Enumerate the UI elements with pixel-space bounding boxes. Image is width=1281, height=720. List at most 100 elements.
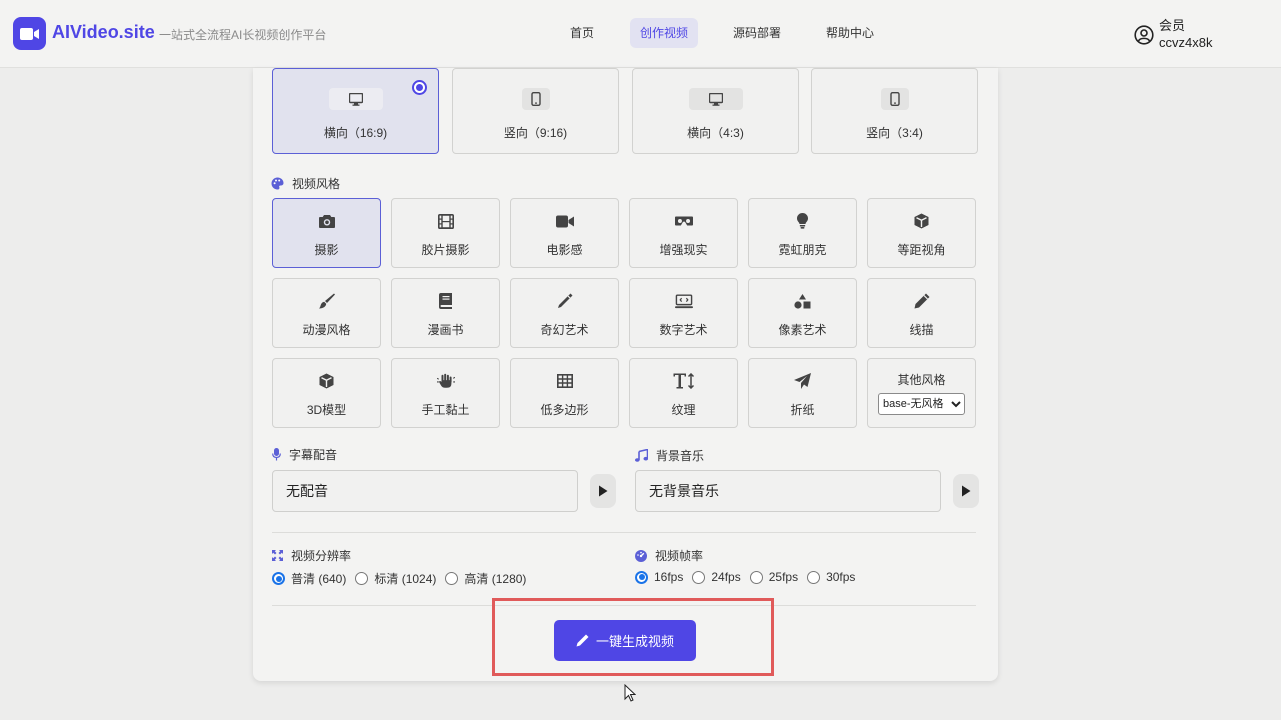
aspect-label: 横向（4:3) [687,126,744,140]
radio-button[interactable] [635,570,648,584]
nav-source-deploy[interactable]: 源码部署 [723,18,791,48]
style-digital-art[interactable]: 数字艺术 [629,278,738,348]
style-label: 等距视角 [897,243,946,257]
style-label: 摄影 [314,243,339,257]
style-isometric[interactable]: 等距视角 [867,198,976,268]
resolution-options: 普清 (640) 标清 (1024) 高清 (1280) [272,570,535,587]
aspect-label: 横向（16:9) [323,126,388,140]
music-section-label: 背景音乐 [656,449,705,463]
radio-label: 普清 (640) [291,572,347,586]
music-note-icon [635,449,648,462]
framerate-option-25[interactable]: 25fps [749,570,798,584]
style-pixel-art[interactable]: 像素艺术 [748,278,857,348]
style-section-title: 视频风格 [271,175,340,192]
style-texture[interactable]: 纹理 [629,358,738,428]
radio-button[interactable] [807,570,821,584]
cube-icon [318,373,336,389]
framerate-option-16[interactable]: 16fps [635,570,683,584]
nav-help-center[interactable]: 帮助中心 [816,18,884,48]
user-circle-icon[interactable] [1134,25,1154,45]
generate-button-label: 一键生成视频 [595,634,674,649]
style-comic-book[interactable]: 漫画书 [391,278,500,348]
pencil-icon [913,293,931,309]
style-fantasy-art[interactable]: 奇幻艺术 [510,278,619,348]
resolution-option-640[interactable]: 普清 (640) [272,570,346,587]
style-origami[interactable]: 折纸 [748,358,857,428]
style-low-poly[interactable]: 低多边形 [510,358,619,428]
book-icon [437,293,455,309]
aspect-selected-radio[interactable] [412,80,427,95]
framerate-option-24[interactable]: 24fps [692,570,741,584]
user-name[interactable]: ccvz4x8k [1159,35,1212,50]
nav-create-video[interactable]: 创作视频 [630,18,699,48]
radio-label: 16fps [654,570,684,584]
aspect-card-9-16[interactable]: 竖向（9:16) [452,68,619,154]
framerate-option-30[interactable]: 30fps [807,570,855,584]
mobile-icon [880,88,909,110]
section-divider [272,532,976,533]
radio-button[interactable] [355,572,369,585]
lightbulb-icon [794,213,812,229]
style-anime[interactable]: 动漫风格 [272,278,381,348]
aspect-card-4-3[interactable]: 横向（4:3) [632,68,799,154]
radio-button[interactable] [272,572,285,585]
resolution-section-title: 视频分辨率 [272,547,351,564]
microphone-icon [272,448,281,461]
style-label: 纹理 [671,403,696,417]
mouse-cursor-icon [624,684,636,702]
framerate-section-title: 视频帧率 [635,547,703,564]
radio-label: 30fps [826,570,856,584]
style-3d-model[interactable]: 3D模型 [272,358,381,428]
pencil-icon [576,634,589,647]
style-label: 3D模型 [306,403,347,417]
style-cinematic[interactable]: 电影感 [510,198,619,268]
aspect-card-16-9[interactable]: 横向（16:9) [272,68,439,154]
voice-play-button[interactable] [590,474,616,508]
style-section-label: 视频风格 [292,177,341,191]
radio-button[interactable] [749,570,763,584]
radio-button[interactable] [692,570,706,584]
radio-label: 24fps [711,570,741,584]
framerate-options: 16fps 24fps 25fps 30fps [635,570,864,584]
user-role[interactable]: 会员 [1159,15,1185,34]
style-label: 线描 [909,323,934,337]
style-label: 漫画书 [427,323,464,337]
voice-section-title: 字幕配音 [272,446,337,463]
desktop-icon [328,88,383,110]
resolution-section-label: 视频分辨率 [291,549,352,563]
style-label: 电影感 [546,243,583,257]
style-neon-punk[interactable]: 霓虹朋克 [748,198,857,268]
logo-video-icon[interactable] [13,17,46,50]
generate-video-button[interactable]: 一键生成视频 [554,620,696,661]
brand-tagline: 一站式全流程AI长视频创作平台 [159,28,327,42]
style-line-drawing[interactable]: 线描 [867,278,976,348]
nav-home[interactable]: 首页 [560,18,604,48]
style-label: 霓虹朋克 [778,243,827,257]
brand-name[interactable]: AIVideo.site [52,22,155,43]
music-play-button[interactable] [953,474,979,508]
music-select[interactable]: 无背景音乐 [635,470,941,512]
resolution-option-1280[interactable]: 高清 (1280) [445,570,526,587]
style-other: 其他风格 base-无风格 [867,358,976,428]
aspect-card-3-4[interactable]: 竖向（3:4) [811,68,978,154]
style-photography[interactable]: 摄影 [272,198,381,268]
other-style-select[interactable]: base-无风格 [878,393,965,415]
camera-icon [318,213,336,229]
mobile-icon [521,88,550,110]
gauge-icon [635,549,647,562]
style-clay[interactable]: 手工黏土 [391,358,500,428]
style-film-photography[interactable]: 胶片摄影 [391,198,500,268]
expand-icon [272,550,283,561]
shapes-icon [794,293,812,309]
radio-button[interactable] [445,572,459,585]
style-augmented-reality[interactable]: 增强现实 [629,198,738,268]
voice-select[interactable]: 无配音 [272,470,578,512]
film-icon [437,213,455,229]
style-label: 胶片摄影 [421,243,470,257]
resolution-option-1024[interactable]: 标清 (1024) [355,570,436,587]
cube-icon [913,213,931,229]
video-camera-icon [555,213,574,229]
paper-plane-icon [794,373,812,389]
vr-headset-icon [674,213,693,229]
other-style-label: 其他风格 [897,373,946,387]
